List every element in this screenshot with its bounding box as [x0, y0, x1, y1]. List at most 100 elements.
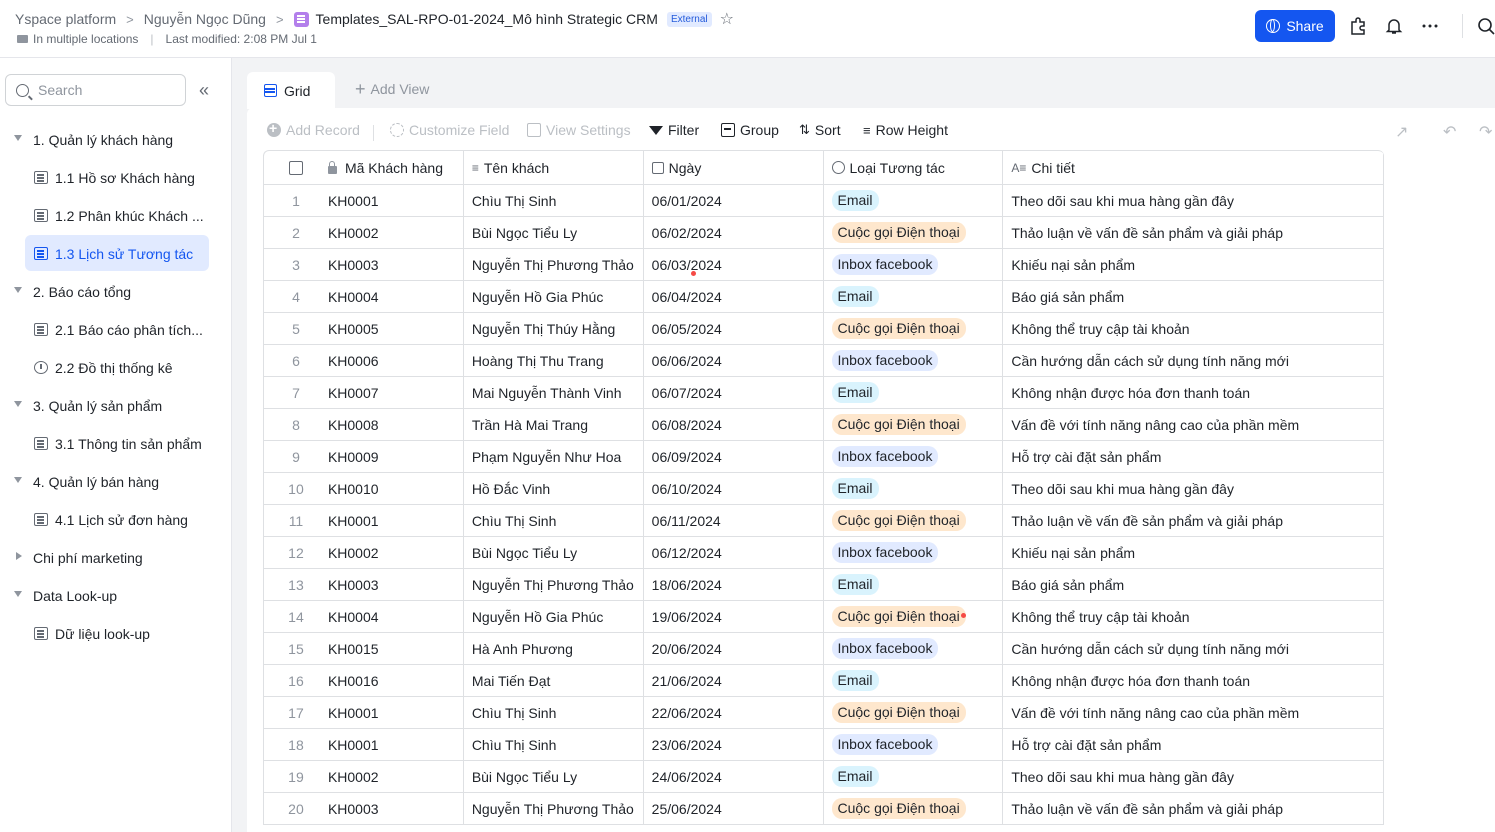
redo-icon[interactable]: ↷: [1479, 122, 1492, 142]
cell-ten-khach[interactable]: Nguyễn Thị Phương Thảo: [464, 793, 644, 824]
cell-ngay[interactable]: 21/06/2024: [644, 665, 824, 696]
column-header-ma-khach-hang[interactable]: Mã Khách hàng: [327, 151, 464, 184]
breadcrumb-workspace[interactable]: Yspace platform: [15, 11, 116, 27]
table-row[interactable]: 3 KH0003 Nguyễn Thị Phương Thảo 06/03/2024 I…: [264, 249, 1384, 281]
cell-ngay[interactable]: 06/11/2024: [644, 505, 824, 536]
cell-ten-khach[interactable]: Nguyễn Hồ Gia Phúc: [464, 281, 644, 312]
add-view-button[interactable]: + Add View: [355, 80, 429, 98]
cell-loai-tuong-tac[interactable]: Email: [824, 665, 1004, 696]
cell-ten-khach[interactable]: Nguyễn Thị Phương Thảo: [464, 569, 644, 600]
caret-down-icon[interactable]: [14, 477, 22, 483]
tab-grid[interactable]: Grid: [247, 72, 335, 109]
cell-ngay[interactable]: 06/09/2024: [644, 441, 824, 472]
breadcrumb-owner[interactable]: Nguyễn Ngọc Dũng: [144, 11, 266, 27]
location-text[interactable]: In multiple locations: [33, 32, 138, 46]
column-header-ngay[interactable]: Ngày: [644, 151, 824, 184]
table-row[interactable]: 20 KH0003 Nguyễn Thị Phương Thảo 25/06/2024…: [264, 793, 1384, 825]
table-row[interactable]: 1 KH0001 Chìu Thị Sinh 06/01/2024 Email Theo …: [264, 185, 1384, 217]
cell-ngay[interactable]: 20/06/2024: [644, 633, 824, 664]
cell-loai-tuong-tac[interactable]: Inbox facebook: [824, 729, 1004, 760]
cell-chi-tiet[interactable]: Cần hướng dẫn cách sử dụng tính năng mới: [1003, 345, 1384, 376]
cell-ten-khach[interactable]: Bùi Ngọc Tiểu Ly: [464, 217, 644, 248]
cell-ma-khach-hang[interactable]: KH0002: [328, 761, 464, 792]
cell-loai-tuong-tac[interactable]: Email: [824, 185, 1004, 216]
cell-ten-khach[interactable]: Nguyễn Thị Thúy Hằng: [464, 313, 644, 344]
cell-loai-tuong-tac[interactable]: Email: [824, 569, 1004, 600]
caret-down-icon[interactable]: [14, 135, 22, 141]
cell-ma-khach-hang[interactable]: KH0015: [328, 633, 464, 664]
cell-ngay[interactable]: 19/06/2024: [644, 601, 824, 632]
cell-chi-tiet[interactable]: Theo dõi sau khi mua hàng gần đây: [1003, 473, 1384, 504]
share-view-icon[interactable]: ↗: [1395, 122, 1408, 142]
add-record-button[interactable]: Add Record: [267, 120, 360, 138]
cell-loai-tuong-tac[interactable]: Cuộc gọi Điện thoại: [824, 505, 1004, 536]
cell-ma-khach-hang[interactable]: KH0004: [328, 601, 464, 632]
cell-loai-tuong-tac[interactable]: Cuộc gọi Điện thoại: [824, 601, 1004, 632]
cell-chi-tiet[interactable]: Vấn đề với tính năng nâng cao của phần m…: [1003, 697, 1384, 728]
star-icon[interactable]: ☆: [720, 9, 734, 29]
cell-ngay[interactable]: 22/06/2024: [644, 697, 824, 728]
cell-ma-khach-hang[interactable]: KH0002: [328, 217, 464, 248]
cell-ngay[interactable]: 23/06/2024: [644, 729, 824, 760]
cell-ma-khach-hang[interactable]: KH0001: [328, 729, 464, 760]
table-row[interactable]: 15 KH0015 Hà Anh Phương 20/06/2024 Inbox fac…: [264, 633, 1384, 665]
cell-ngay[interactable]: 06/01/2024: [644, 185, 824, 216]
table-row[interactable]: 5 KH0005 Nguyễn Thị Thúy Hằng 06/05/2024 Cuộ…: [264, 313, 1384, 345]
cell-chi-tiet[interactable]: Thảo luận về vấn đề sản phẩm và giải phá…: [1003, 217, 1384, 248]
cell-ma-khach-hang[interactable]: KH0001: [328, 697, 464, 728]
cell-loai-tuong-tac[interactable]: Cuộc gọi Điện thoại: [824, 217, 1004, 248]
cell-chi-tiet[interactable]: Khiếu nại sản phẩm: [1003, 537, 1384, 568]
cell-chi-tiet[interactable]: Theo dõi sau khi mua hàng gần đây: [1003, 185, 1384, 216]
filter-button[interactable]: Filter: [649, 122, 699, 138]
sidebar-item-du-lieu-look-up[interactable]: Dữ liệu look-up: [0, 615, 231, 653]
table-row[interactable]: 17 KH0001 Chìu Thị Sinh 22/06/2024 Cuộc gọi …: [264, 697, 1384, 729]
cell-ten-khach[interactable]: Trần Hà Mai Trang: [464, 409, 644, 440]
bell-icon[interactable]: [1384, 16, 1404, 36]
column-header-ten-khach[interactable]: ≡ Tên khách: [464, 151, 644, 184]
cell-ngay[interactable]: 06/08/2024: [644, 409, 824, 440]
cell-ten-khach[interactable]: Hoàng Thị Thu Trang: [464, 345, 644, 376]
cell-ngay[interactable]: 06/06/2024: [644, 345, 824, 376]
undo-icon[interactable]: ↶: [1443, 122, 1456, 142]
caret-down-icon[interactable]: [14, 287, 22, 293]
select-all-checkbox[interactable]: [288, 160, 303, 175]
sidebar-item-do-thi-thong-ke[interactable]: 2.2 Đồ thị thống kê: [0, 349, 231, 387]
group-bao-cao-tong[interactable]: 2. Báo cáo tổng: [0, 273, 231, 311]
cell-chi-tiet[interactable]: Không thể truy cập tài khoản: [1003, 601, 1384, 632]
cell-ngay[interactable]: 06/07/2024: [644, 377, 824, 408]
table-row[interactable]: 9 KH0009 Phạm Nguyễn Như Hoa 06/09/2024 Inbo…: [264, 441, 1384, 473]
cell-loai-tuong-tac[interactable]: Cuộc gọi Điện thoại: [824, 409, 1004, 440]
cell-ngay[interactable]: 06/12/2024: [644, 537, 824, 568]
cell-ma-khach-hang[interactable]: KH0005: [328, 313, 464, 344]
table-row[interactable]: 11 KH0001 Chìu Thị Sinh 06/11/2024 Cuộc gọi …: [264, 505, 1384, 537]
cell-chi-tiet[interactable]: Vấn đề với tính năng nâng cao của phần m…: [1003, 409, 1384, 440]
cell-ngay[interactable]: 06/04/2024: [644, 281, 824, 312]
table-row[interactable]: 13 KH0003 Nguyễn Thị Phương Thảo 18/06/2024…: [264, 569, 1384, 601]
table-row[interactable]: 2 KH0002 Bùi Ngọc Tiểu Ly 06/02/2024 Cuộc gọ…: [264, 217, 1384, 249]
sidebar-item-lich-su-tuong-tac[interactable]: 1.3 Lịch sử Tương tác: [0, 235, 231, 273]
cell-ten-khach[interactable]: Chìu Thị Sinh: [464, 697, 644, 728]
sidebar-item-phan-khuc[interactable]: 1.2 Phân khúc Khách ...: [0, 197, 231, 235]
cell-ma-khach-hang[interactable]: KH0003: [328, 569, 464, 600]
cell-ma-khach-hang[interactable]: KH0001: [328, 185, 464, 216]
cell-chi-tiet[interactable]: Thảo luận về vấn đề sản phẩm và giải phá…: [1003, 793, 1384, 824]
cell-ten-khach[interactable]: Nguyễn Thị Phương Thảo: [464, 249, 644, 280]
collapse-sidebar-icon[interactable]: «: [199, 80, 209, 101]
cell-ngay[interactable]: 06/05/2024: [644, 313, 824, 344]
cell-loai-tuong-tac[interactable]: Cuộc gọi Điện thoại: [824, 313, 1004, 344]
sidebar-item-ho-so-khach-hang[interactable]: 1.1 Hồ sơ Khách hàng: [0, 159, 231, 197]
cell-ten-khach[interactable]: Chìu Thị Sinh: [464, 729, 644, 760]
sort-button[interactable]: ⇅ Sort: [799, 122, 841, 138]
cell-ten-khach[interactable]: Bùi Ngọc Tiểu Ly: [464, 761, 644, 792]
sidebar-item-bao-cao-phan-tich[interactable]: 2.1 Báo cáo phân tích...: [0, 311, 231, 349]
cell-chi-tiet[interactable]: Hỗ trợ cài đặt sản phẩm: [1003, 441, 1384, 472]
cell-loai-tuong-tac[interactable]: Email: [824, 281, 1004, 312]
cell-ten-khach[interactable]: Bùi Ngọc Tiểu Ly: [464, 537, 644, 568]
table-row[interactable]: 14 KH0004 Nguyễn Hồ Gia Phúc 19/06/2024 Cuộc…: [264, 601, 1384, 633]
cell-chi-tiet[interactable]: Thảo luận về vấn đề sản phẩm và giải phá…: [1003, 505, 1384, 536]
cell-ma-khach-hang[interactable]: KH0010: [328, 473, 464, 504]
table-row[interactable]: 16 KH0016 Mai Tiến Đạt 21/06/2024 Email Không…: [264, 665, 1384, 697]
group-chi-phi-marketing[interactable]: Chi phí marketing: [0, 539, 231, 577]
cell-ten-khach[interactable]: Mai Nguyễn Thành Vinh: [464, 377, 644, 408]
group-button[interactable]: Group: [721, 122, 779, 138]
